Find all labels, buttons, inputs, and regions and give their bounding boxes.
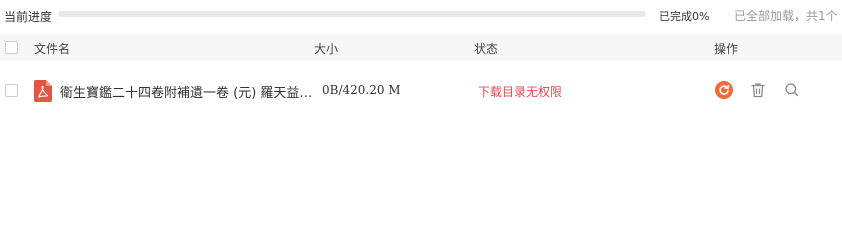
retry-icon[interactable] <box>715 81 733 99</box>
trash-icon[interactable] <box>749 81 767 99</box>
select-all-checkbox[interactable] <box>5 41 18 54</box>
table-row: 衛生寶鑑二十四卷附補遺一卷 (元) 羅天益 撰 0B/420.20 M 下载目录… <box>0 71 842 111</box>
file-status: 下载目录无权限 <box>478 85 563 99</box>
file-size: 0B/420.20 M <box>322 83 401 97</box>
search-icon[interactable] <box>783 81 801 99</box>
pdf-file-icon <box>34 80 52 102</box>
table-header: 文件名 大小 状态 操作 <box>0 34 842 61</box>
progress-percent: 已完成0% <box>659 10 710 23</box>
column-header-name: 文件名 <box>34 42 71 56</box>
column-header-status: 状态 <box>474 42 499 56</box>
progress-bar <box>58 11 646 17</box>
file-name: 衛生寶鑑二十四卷附補遺一卷 (元) 羅天益 撰 <box>60 86 315 101</box>
column-header-actions: 操作 <box>714 42 739 56</box>
column-header-size: 大小 <box>314 42 339 56</box>
row-checkbox[interactable] <box>5 84 18 97</box>
progress-label: 当前进度 <box>4 10 53 24</box>
loaded-summary: 已全部加载，共1个 <box>734 9 838 23</box>
